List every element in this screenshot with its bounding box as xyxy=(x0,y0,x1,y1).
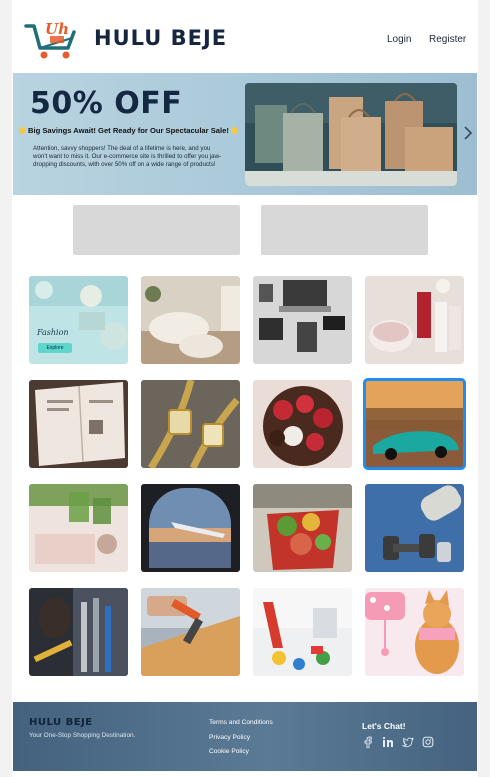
lightbulb-icon xyxy=(230,127,238,134)
shopping-bags-image xyxy=(245,83,457,186)
promo-banner[interactable]: 50% OFF Big Savings Await! Get Ready for… xyxy=(13,73,477,195)
lightbulb-icon xyxy=(19,127,26,134)
category-tile-groceries[interactable] xyxy=(253,484,352,572)
chevron-right-icon[interactable] xyxy=(462,125,474,141)
banner-title: 50% OFF xyxy=(30,86,183,121)
twitter-icon[interactable] xyxy=(402,736,414,748)
banner-subtitle: Big Savings Await! Get Ready for Our Spe… xyxy=(17,126,240,135)
facebook-icon[interactable] xyxy=(362,736,374,748)
placeholder-block xyxy=(73,205,240,255)
category-tile-pets[interactable] xyxy=(365,588,464,676)
linkedin-icon[interactable] xyxy=(382,736,394,748)
login-link[interactable]: Login xyxy=(387,34,411,45)
footer-brand[interactable]: HULU BEJE xyxy=(29,717,93,728)
category-tile-watches[interactable] xyxy=(141,380,240,468)
privacy-link[interactable]: Privacy Policy xyxy=(209,734,250,741)
category-tile-cars[interactable] xyxy=(363,378,466,470)
category-tile-fitness[interactable] xyxy=(365,484,464,572)
category-tile-hardware[interactable] xyxy=(141,588,240,676)
placeholder-block xyxy=(261,205,428,255)
logo-text: Uh xyxy=(45,20,69,38)
category-tile-electronics[interactable] xyxy=(253,276,352,364)
explore-button[interactable]: Explore xyxy=(38,343,72,353)
terms-link[interactable]: Terms and Conditions xyxy=(209,719,273,726)
category-tile-fashion[interactable]: Fashion Explore xyxy=(29,276,128,364)
page: Uh HULU BEJE Login Register 50% OFF Big … xyxy=(12,0,478,777)
category-tile-chocolates[interactable] xyxy=(253,380,352,468)
banner-description: Attention, savvy shoppers! The deal of a… xyxy=(33,145,222,169)
tile-caption: Fashion xyxy=(37,328,69,337)
register-link[interactable]: Register xyxy=(429,34,466,45)
footer-tagline: Your One-Stop Shopping Destination. xyxy=(29,732,136,739)
chat-heading: Let's Chat! xyxy=(362,721,406,731)
category-tile-tools[interactable] xyxy=(29,588,128,676)
category-tile-beauty[interactable] xyxy=(365,276,464,364)
banner-subtitle-text: Big Savings Await! Get Ready for Our Spe… xyxy=(28,126,229,135)
header: Uh HULU BEJE Login Register xyxy=(12,0,478,72)
brand-name[interactable]: HULU BEJE xyxy=(94,26,227,50)
category-tile-drinks[interactable] xyxy=(29,484,128,572)
category-tile-furniture[interactable] xyxy=(141,276,240,364)
footer: HULU BEJE Your One-Stop Shopping Destina… xyxy=(13,702,477,771)
instagram-icon[interactable] xyxy=(422,736,434,748)
category-tile-travel[interactable] xyxy=(141,484,240,572)
logo-cart-icon[interactable]: Uh xyxy=(24,16,80,60)
category-tile-toys[interactable] xyxy=(253,588,352,676)
category-tile-books[interactable] xyxy=(29,380,128,468)
cookie-link[interactable]: Cookie Policy xyxy=(209,748,249,755)
